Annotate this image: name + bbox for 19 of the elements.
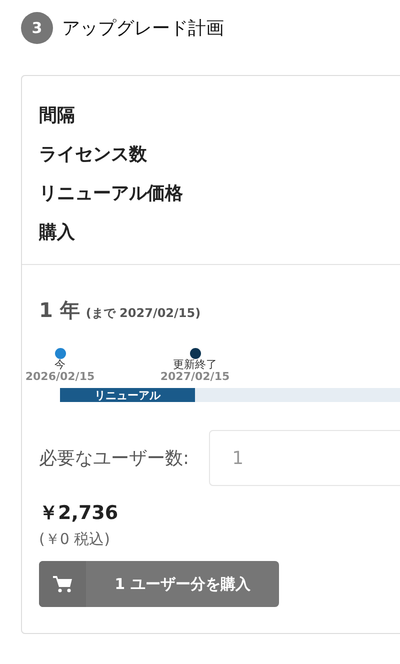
buy-button[interactable]: 1 ユーザー分を購入 bbox=[39, 561, 279, 607]
section-title: アップグレード計画 bbox=[62, 17, 224, 40]
cart-icon bbox=[52, 575, 72, 593]
timeline-date: 2026/02/15 bbox=[25, 371, 95, 383]
summary-label: リニューアル価格 bbox=[39, 182, 184, 206]
timeline-label: 今 bbox=[54, 359, 66, 371]
price: ￥2,736 bbox=[39, 501, 120, 526]
tax-note: (￥0 税込) bbox=[39, 530, 112, 549]
period-value: 1 年 bbox=[39, 297, 80, 324]
users-input[interactable]: 1 bbox=[209, 430, 400, 486]
step-number: 3 bbox=[21, 12, 53, 44]
segment-label: リニューアル bbox=[94, 388, 160, 402]
period-until: (まで 2027/02/15) bbox=[86, 305, 201, 322]
users-label: 必要なユーザー数: bbox=[39, 447, 190, 470]
summary-label: ライセンス数 bbox=[39, 143, 148, 167]
summary-label: 購入 bbox=[39, 221, 76, 245]
timeline-label: 更新終了 bbox=[173, 359, 217, 371]
timeline-date: 2027/02/15 bbox=[160, 371, 230, 383]
summary-label: 間隔 bbox=[39, 104, 76, 128]
